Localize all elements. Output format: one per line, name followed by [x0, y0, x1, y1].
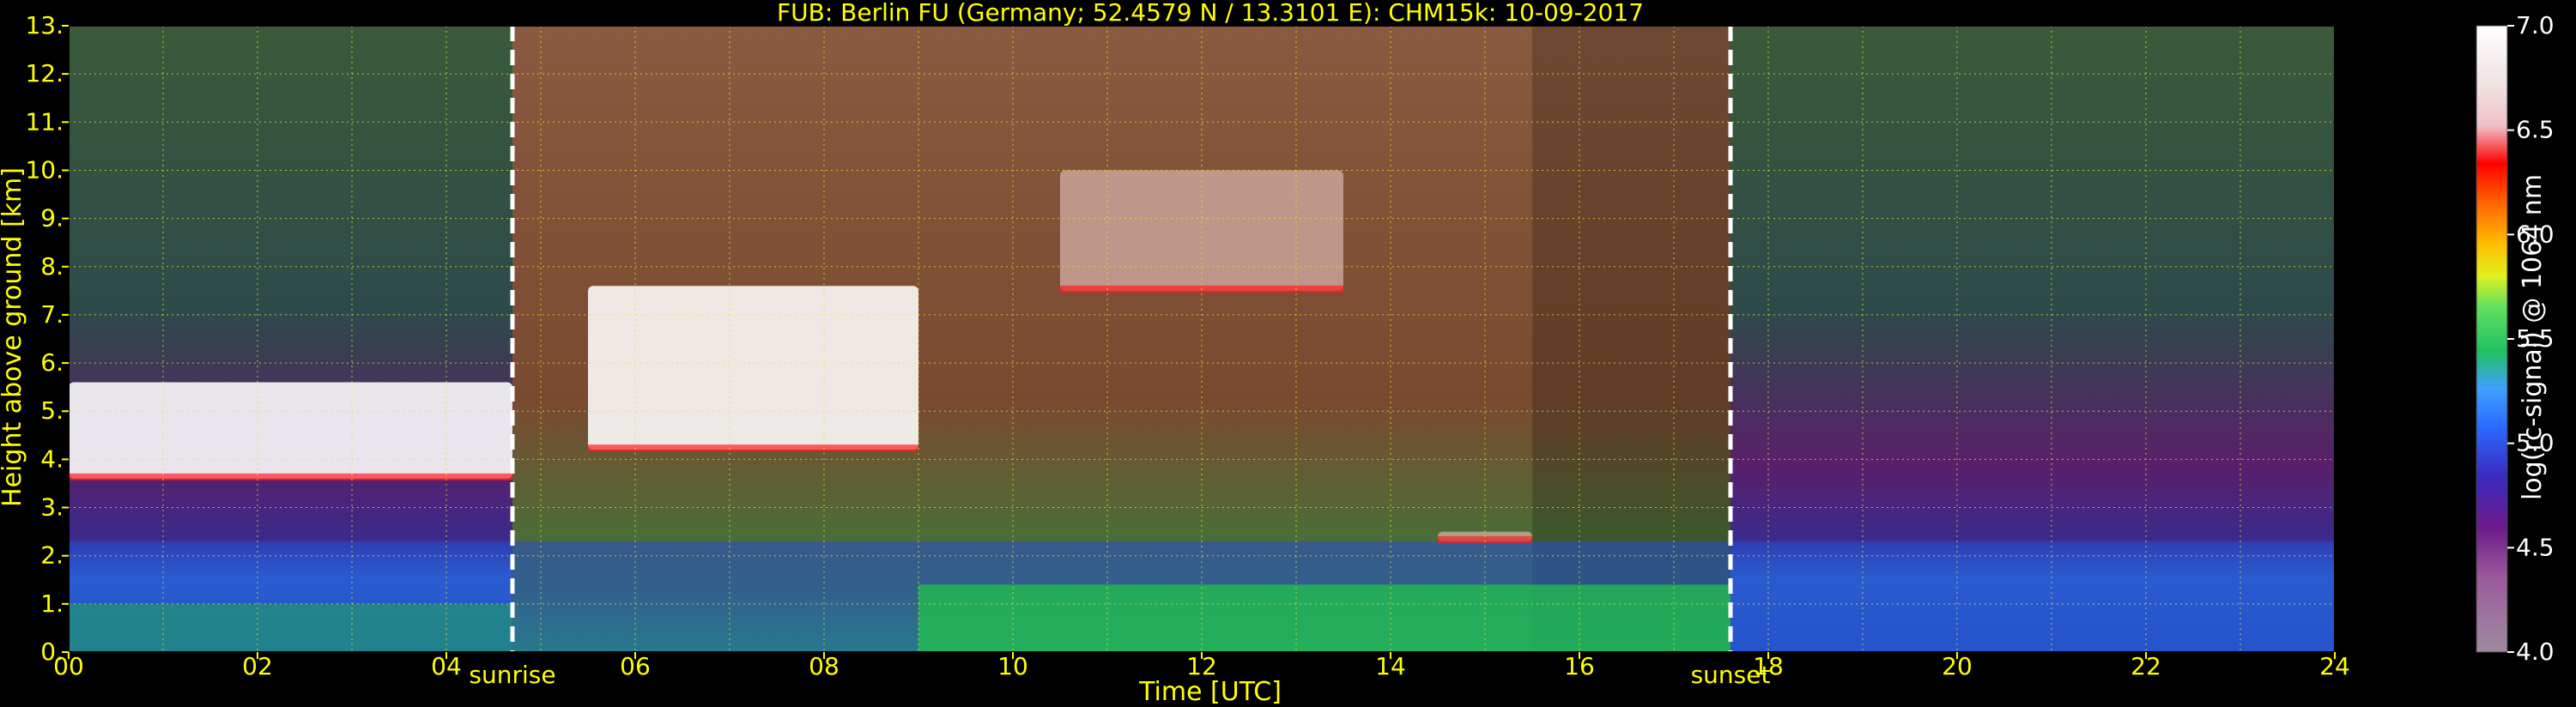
colorbar-tick-label: 6.5 [2516, 116, 2555, 144]
colorbar-tick-label: 4.5 [2516, 533, 2555, 561]
ceilometer-chart: sunrise sunset 00 02 04 06 08 10 12 14 16 18 20 22 24… [0, 0, 2555, 707]
colorbar-tick-label: 4.0 [2516, 638, 2555, 666]
cloud-edge [588, 444, 918, 452]
x-tick-label: 04 [431, 652, 462, 680]
boundary-layer-daytime [918, 584, 1730, 652]
x-tick-label: 16 [1564, 652, 1595, 680]
y-tick-label: 8. [40, 252, 64, 281]
y-tick-label: 5. [40, 396, 64, 425]
y-axis-label: Height above ground [km] [0, 167, 27, 507]
sunrise-label: sunrise [469, 661, 555, 689]
colorbar-tick-label: 7.0 [2516, 11, 2555, 39]
y-tick-label: 4. [40, 444, 64, 473]
cloud-feature [1060, 170, 1343, 291]
x-tick-label: 08 [809, 652, 839, 680]
x-tick-label: 22 [2131, 652, 2161, 680]
y-tick-label: 10. [25, 155, 64, 184]
y-tick-label: 7. [40, 300, 64, 329]
y-tick-label: 12. [25, 59, 64, 88]
cloud-feature [588, 286, 918, 450]
cloud-feature [69, 382, 512, 479]
colorbar-label: log(rc-signal) @ 1064 nm [2518, 174, 2548, 500]
x-axis-label: Time [UTC] [1138, 677, 1282, 707]
x-tick-label: 20 [1942, 652, 1973, 680]
x-tick-label: 14 [1375, 652, 1406, 680]
y-tick-label: 9. [40, 204, 64, 233]
cloud-edge [69, 473, 512, 480]
y-tick-label: 6. [40, 348, 64, 377]
surface-layer [69, 603, 512, 652]
chart-title: FUB: Berlin FU (Germany; 52.4579 N / 13.… [777, 0, 1644, 27]
y-tick-label: 11. [25, 107, 64, 136]
y-tick-label: 2. [40, 541, 64, 570]
y-tick-label: 3. [40, 493, 64, 522]
x-tick-label: 10 [997, 652, 1028, 680]
y-tick-label: 1. [40, 589, 64, 618]
y-tick-label: 13. [25, 11, 64, 39]
x-tick-label: 06 [620, 652, 651, 680]
y-tick-label: 0. [40, 638, 64, 666]
x-tick-label: 18 [1753, 652, 1784, 680]
colorbar-gradient [2476, 25, 2508, 653]
x-tick-label: 02 [242, 652, 273, 680]
x-tick-label: 24 [2319, 652, 2350, 680]
